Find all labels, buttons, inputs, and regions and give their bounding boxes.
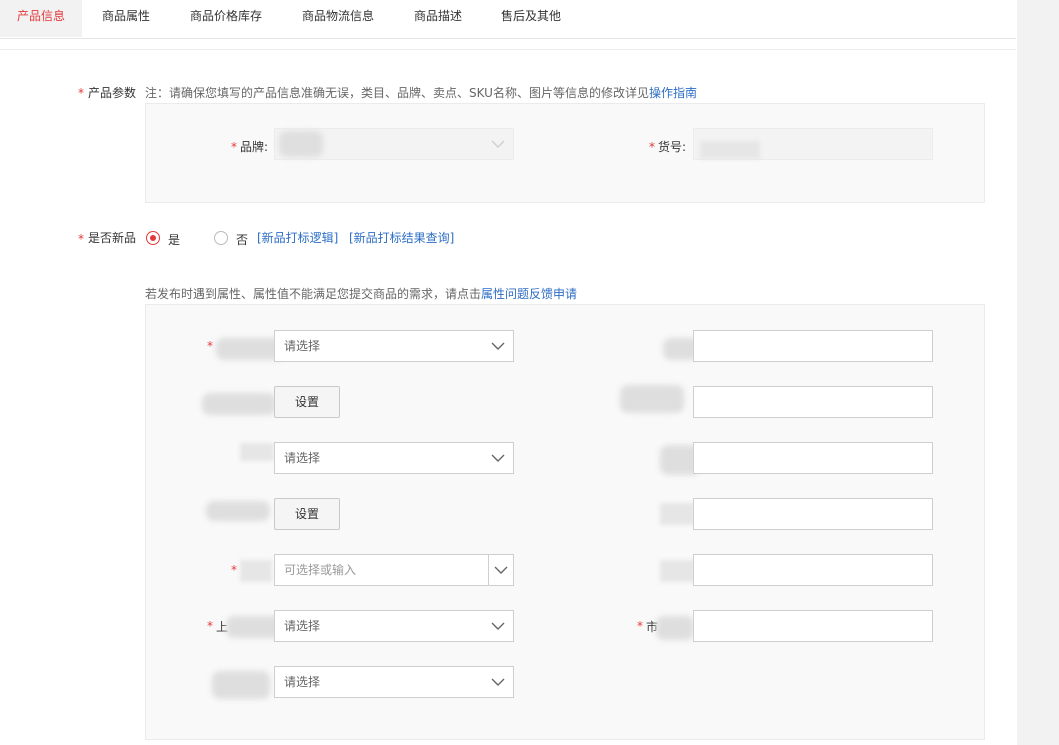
- tab-after-sales[interactable]: 售后及其他: [488, 0, 574, 37]
- tab-product-info[interactable]: 产品信息: [0, 0, 82, 37]
- chevron-down-icon: [491, 454, 505, 462]
- redacted-label: [660, 503, 696, 525]
- chevron-down-icon: [491, 140, 505, 148]
- attributes-panel: * 请选择 设置 请选择 设置 * 可选择或输入 * 上 请选择 * 市 请选择: [145, 304, 985, 740]
- setup-button[interactable]: 设置: [274, 498, 340, 530]
- chevron-down-icon: [491, 342, 505, 350]
- chevron-down-icon: [491, 622, 505, 630]
- item-no-field[interactable]: [693, 128, 933, 160]
- required-mark: *: [649, 140, 655, 154]
- attribute-text-input[interactable]: [693, 386, 933, 418]
- tab-product-attributes[interactable]: 商品属性: [86, 0, 166, 37]
- redacted-label: [240, 560, 272, 582]
- redacted-value: [700, 141, 760, 159]
- radio-yes-icon[interactable]: [146, 231, 160, 245]
- new-product-result-link[interactable]: [新品打标结果查询]: [349, 229, 454, 246]
- redacted-label: [206, 501, 270, 521]
- redacted-value: [279, 131, 323, 157]
- required-mark: *: [231, 140, 237, 154]
- attributes-note: 若发布时遇到属性、属性值不能满足您提交商品的需求，请点击属性问题反馈申请: [145, 287, 578, 301]
- new-product-logic-link[interactable]: [新品打标逻辑]: [257, 229, 338, 246]
- attribute-select[interactable]: 请选择: [274, 442, 514, 474]
- redacted-label: [240, 443, 274, 461]
- chevron-down-icon: [491, 678, 505, 686]
- scroll-gutter: [1017, 0, 1059, 745]
- redacted-label: [212, 671, 270, 699]
- new-product-label: 是否新品: [88, 231, 137, 245]
- attribute-text-input[interactable]: [693, 610, 933, 642]
- radio-no-icon[interactable]: [214, 231, 228, 245]
- attribute-text-input[interactable]: [693, 554, 933, 586]
- redacted-label: [202, 393, 276, 415]
- divider: [0, 49, 1016, 50]
- brand-field[interactable]: [274, 128, 514, 160]
- redacted-label: [656, 616, 694, 640]
- attribute-text-input[interactable]: [693, 442, 933, 474]
- required-mark: *: [231, 563, 237, 577]
- product-params-label: 产品参数: [88, 86, 137, 100]
- attribute-select[interactable]: 请选择: [274, 330, 514, 362]
- attribute-select[interactable]: 请选择: [274, 610, 514, 642]
- required-mark: *: [637, 619, 643, 633]
- radio-no-label[interactable]: 否: [236, 231, 248, 248]
- required-mark: *: [78, 232, 84, 246]
- chevron-down-icon[interactable]: [494, 565, 508, 575]
- brand-label: 品牌:: [240, 140, 269, 154]
- tab-bar: 产品信息 商品属性 商品价格库存 商品物流信息 商品描述 售后及其他: [0, 0, 1016, 39]
- guide-link[interactable]: 操作指南: [649, 86, 697, 100]
- redacted-label: [660, 560, 696, 582]
- tab-description[interactable]: 商品描述: [400, 0, 476, 37]
- attribute-text-input[interactable]: [693, 330, 933, 362]
- tab-price-stock[interactable]: 商品价格库存: [176, 0, 276, 37]
- attribute-feedback-link[interactable]: 属性问题反馈申请: [481, 287, 577, 301]
- required-mark: *: [207, 339, 213, 353]
- attribute-select[interactable]: 请选择: [274, 666, 514, 698]
- setup-button[interactable]: 设置: [274, 386, 340, 418]
- required-mark: *: [207, 619, 213, 633]
- tab-logistics[interactable]: 商品物流信息: [288, 0, 388, 37]
- item-no-label: 货号:: [658, 140, 687, 154]
- radio-yes-label[interactable]: 是: [168, 231, 180, 248]
- product-params-panel: * 品牌: * 货号:: [145, 103, 985, 203]
- attribute-text-input[interactable]: [693, 498, 933, 530]
- combo-divider: [488, 555, 489, 585]
- product-params-note: 注：请确保您填写的产品信息准确无误，类目、品牌、卖点、SKU名称、图片等信息的修…: [145, 86, 697, 100]
- attribute-combobox[interactable]: 可选择或输入: [274, 554, 514, 586]
- required-mark: *: [78, 86, 84, 100]
- redacted-label: [620, 385, 684, 413]
